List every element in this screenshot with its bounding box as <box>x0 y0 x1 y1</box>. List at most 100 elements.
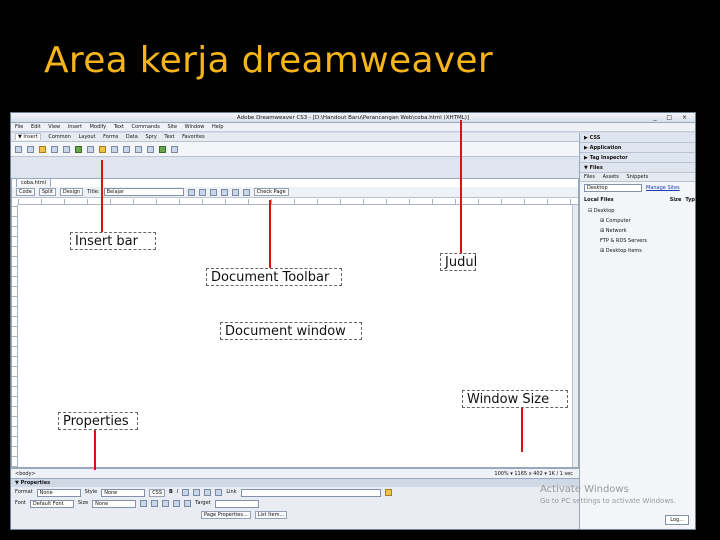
tab-favorites[interactable]: Favorites <box>182 134 205 140</box>
align-center-icon[interactable] <box>193 489 201 496</box>
tab-snippets[interactable]: Snippets <box>626 174 648 180</box>
bold-icon[interactable]: B <box>169 487 173 498</box>
italic-icon[interactable]: I <box>177 487 178 498</box>
view-options-icon[interactable] <box>220 188 228 196</box>
media-icon[interactable] <box>87 145 94 153</box>
tab-spry[interactable]: Spry <box>145 134 156 140</box>
document-tab[interactable]: coba.html <box>16 178 52 187</box>
properties-header[interactable]: ▼ Properties <box>11 479 579 487</box>
hyperlink-icon[interactable] <box>15 145 22 153</box>
font-select[interactable]: Default Font <box>29 499 74 508</box>
menu-edit[interactable]: Edit <box>31 124 41 130</box>
visual-aids-icon[interactable] <box>231 188 239 196</box>
date-icon[interactable] <box>99 145 106 153</box>
dreamweaver-window: Adobe Dreamweaver CS3 - [D:\Handout Baru… <box>10 112 696 530</box>
activate-windows-watermark: Activate Windows <box>540 484 629 495</box>
design-view-button[interactable]: Design <box>59 188 84 196</box>
log-button[interactable]: Log... <box>665 515 689 525</box>
tree-item-desktop-items[interactable]: ⊞ Desktop items <box>588 246 695 256</box>
unordered-list-icon[interactable] <box>151 500 159 507</box>
style-select[interactable]: None <box>101 488 146 497</box>
head-icon[interactable] <box>135 145 142 153</box>
tree-item-desktop[interactable]: ⊟ Desktop <box>588 206 695 216</box>
menu-commands[interactable]: Commands <box>132 124 160 130</box>
align-right-icon[interactable] <box>204 489 212 496</box>
insert-tabs: ▼ Insert Common Layout Forms Data Spry T… <box>11 133 579 142</box>
menu-insert[interactable]: Insert <box>68 124 82 130</box>
tree-item-computer[interactable]: ⊞ Computer <box>588 216 695 226</box>
page-properties-button[interactable]: Page Properties... <box>201 510 251 519</box>
tab-text[interactable]: Text <box>164 134 174 140</box>
document-toolbar-callout: Document Toolbar <box>206 268 342 286</box>
link-input[interactable] <box>240 488 381 497</box>
menu-window[interactable]: Window <box>185 124 205 130</box>
tab-data[interactable]: Data <box>126 134 138 140</box>
format-label: Format <box>15 489 33 495</box>
tab-files[interactable]: Files <box>584 174 595 180</box>
code-view-button[interactable]: Code <box>16 188 35 196</box>
format-select[interactable]: None <box>36 488 81 497</box>
window-title: Adobe Dreamweaver CS3 - [D:\Handout Baru… <box>236 115 470 121</box>
target-select[interactable] <box>214 499 259 508</box>
split-view-button[interactable]: Split <box>38 188 56 196</box>
window-titlebar: Adobe Dreamweaver CS3 - [D:\Handout Baru… <box>11 113 695 123</box>
application-panel-header[interactable]: ▶ Application <box>580 143 695 153</box>
email-link-icon[interactable] <box>27 145 34 153</box>
server-include-icon[interactable] <box>111 145 118 153</box>
menu-site[interactable]: Site <box>167 124 177 130</box>
ordered-list-icon[interactable] <box>162 500 170 507</box>
css-button[interactable]: CSS <box>149 488 166 497</box>
document-toolbar: Code Split Design Title: Belajar Check P… <box>12 187 578 198</box>
css-panel-header[interactable]: ▶ CSS <box>580 133 695 143</box>
type-header: Typ <box>685 197 695 203</box>
justify-icon[interactable] <box>215 489 223 496</box>
menu-help[interactable]: Help <box>212 124 223 130</box>
refresh-icon[interactable] <box>209 188 217 196</box>
size-select[interactable]: None <box>92 499 137 508</box>
image-icon[interactable] <box>75 145 82 153</box>
check-page-button[interactable]: Check Page <box>253 188 289 196</box>
location-select[interactable]: Desktop <box>584 184 642 192</box>
div-icon[interactable] <box>63 145 70 153</box>
tab-forms[interactable]: Forms <box>103 134 118 140</box>
window-controls[interactable]: _ □ × <box>653 113 691 123</box>
tree-item-ftp-rds[interactable]: FTP & RDS Servers <box>588 236 695 246</box>
script-icon[interactable] <box>147 145 154 153</box>
menu-text[interactable]: Text <box>114 124 124 130</box>
named-anchor-icon[interactable] <box>39 145 46 153</box>
activate-windows-subtext: Go to PC settings to activate Windows. <box>540 497 676 505</box>
link-label: Link <box>226 489 237 495</box>
align-left-icon[interactable] <box>182 489 190 496</box>
menu-view[interactable]: View <box>48 124 60 130</box>
preview-browser-icon[interactable] <box>198 188 206 196</box>
point-to-file-icon[interactable] <box>384 489 392 496</box>
tree-item-network[interactable]: ⊞ Network <box>588 226 695 236</box>
template-icon[interactable] <box>159 145 166 153</box>
file-tree: ⊟ Desktop ⊞ Computer ⊞ Network FTP & RDS… <box>580 206 695 256</box>
file-management-icon[interactable] <box>187 188 195 196</box>
tag-selector[interactable]: <body> <box>15 471 36 477</box>
tab-insert[interactable]: ▼ Insert <box>15 133 41 140</box>
tag-inspector-panel-header[interactable]: ▶ Tag Inspector <box>580 153 695 163</box>
menu-modify[interactable]: Modify <box>90 124 107 130</box>
vertical-scrollbar[interactable] <box>572 205 578 467</box>
tab-assets[interactable]: Assets <box>603 174 619 180</box>
manage-sites-link[interactable]: Manage Sites <box>646 182 680 194</box>
target-label: Target <box>195 500 211 506</box>
title-input[interactable]: Belajar <box>103 188 184 196</box>
tab-common[interactable]: Common <box>48 134 71 140</box>
validate-markup-icon[interactable] <box>242 188 250 196</box>
table-icon[interactable] <box>51 145 58 153</box>
files-panel-header[interactable]: ▼ Files <box>580 163 695 173</box>
tab-layout[interactable]: Layout <box>79 134 96 140</box>
text-color-icon[interactable] <box>140 500 148 507</box>
menu-file[interactable]: File <box>15 124 23 130</box>
window-size-callout: Window Size <box>462 390 568 408</box>
list-item-button[interactable]: List Item... <box>254 510 288 519</box>
comment-icon[interactable] <box>123 145 130 153</box>
properties-callout: Properties <box>58 412 138 430</box>
outdent-icon[interactable] <box>173 500 181 507</box>
tag-chooser-icon[interactable] <box>171 145 178 153</box>
menu-bar: File Edit View Insert Modify Text Comman… <box>11 123 695 132</box>
indent-icon[interactable] <box>184 500 192 507</box>
